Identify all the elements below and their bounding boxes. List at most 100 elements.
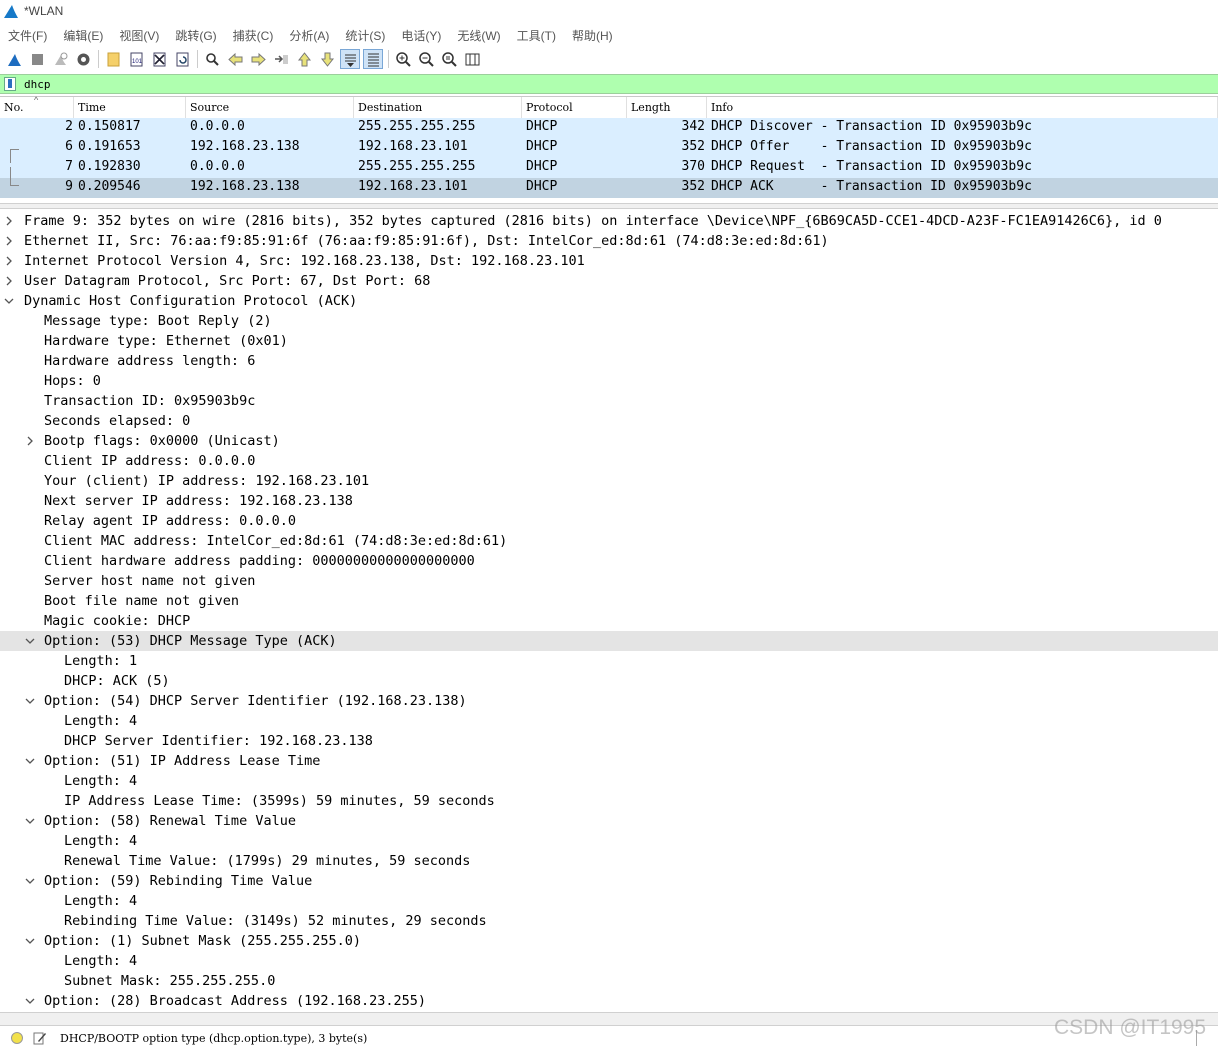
chevron-down-icon[interactable] bbox=[23, 931, 37, 953]
detail-tree-row[interactable]: DHCP Server Identifier: 192.168.23.138 bbox=[0, 731, 1218, 751]
detail-tree-row[interactable]: DHCP: ACK (5) bbox=[0, 671, 1218, 691]
detail-tree-row[interactable]: Client MAC address: IntelCor_ed:8d:61 (7… bbox=[0, 531, 1218, 551]
close-file-button[interactable] bbox=[149, 49, 169, 69]
detail-tree-row[interactable]: Frame 9: 352 bytes on wire (2816 bits), … bbox=[0, 211, 1218, 231]
menu-item-4[interactable]: 捕获(C) bbox=[225, 24, 282, 44]
find-packet-button[interactable] bbox=[202, 49, 222, 69]
save-file-button[interactable]: 101 bbox=[126, 49, 146, 69]
menu-item-5[interactable]: 分析(A) bbox=[281, 24, 337, 44]
colorize-button[interactable] bbox=[363, 49, 383, 69]
detail-tree-row[interactable]: Option: (1) Subnet Mask (255.255.255.0) bbox=[0, 931, 1218, 951]
start-capture-button[interactable] bbox=[4, 49, 24, 69]
pane-splitter[interactable] bbox=[0, 203, 1218, 209]
detail-tree-row[interactable]: Length: 4 bbox=[0, 711, 1218, 731]
capture-comment-icon[interactable] bbox=[33, 1031, 47, 1045]
column-header-info[interactable]: Info bbox=[707, 97, 1218, 118]
detail-tree-row[interactable]: Option: (53) DHCP Message Type (ACK) bbox=[0, 631, 1218, 651]
detail-tree-row[interactable]: Magic cookie: DHCP bbox=[0, 611, 1218, 631]
capture-options-button[interactable] bbox=[73, 49, 93, 69]
column-header-destination[interactable]: Destination bbox=[354, 97, 522, 118]
packet-row[interactable]: 9 0.209546 192.168.23.138 192.168.23.101 DHC… bbox=[0, 178, 1218, 198]
chevron-right-icon[interactable] bbox=[2, 271, 16, 293]
normal-size-button[interactable] bbox=[439, 49, 459, 69]
detail-tree-row[interactable]: Option: (54) DHCP Server Identifier (192… bbox=[0, 691, 1218, 711]
autoscroll-button[interactable] bbox=[340, 49, 360, 69]
detail-tree-row[interactable]: Length: 4 bbox=[0, 831, 1218, 851]
chevron-right-icon[interactable] bbox=[2, 211, 16, 233]
detail-tree-row[interactable]: Ethernet II, Src: 76:aa:f9:85:91:6f (76:… bbox=[0, 231, 1218, 251]
menu-item-10[interactable]: 帮助(H) bbox=[564, 24, 621, 44]
filter-bookmark-icon[interactable] bbox=[4, 77, 16, 91]
chevron-down-icon[interactable] bbox=[23, 871, 37, 893]
detail-tree-row[interactable]: Hops: 0 bbox=[0, 371, 1218, 391]
column-header-protocol[interactable]: Protocol bbox=[522, 97, 627, 118]
go-forward-button[interactable] bbox=[248, 49, 268, 69]
detail-tree-row[interactable]: Seconds elapsed: 0 bbox=[0, 411, 1218, 431]
detail-tree-row[interactable]: Subnet Mask: 255.255.255.0 bbox=[0, 971, 1218, 991]
chevron-down-icon[interactable] bbox=[23, 751, 37, 773]
detail-tree-row[interactable]: Boot file name not given bbox=[0, 591, 1218, 611]
resize-columns-button[interactable] bbox=[462, 49, 482, 69]
detail-tree-row[interactable]: Message type: Boot Reply (2) bbox=[0, 311, 1218, 331]
chevron-right-icon[interactable] bbox=[2, 251, 16, 273]
chevron-down-icon[interactable] bbox=[23, 991, 37, 1010]
detail-tree-row[interactable]: Length: 4 bbox=[0, 951, 1218, 971]
detail-tree-row[interactable]: Server host name not given bbox=[0, 571, 1218, 591]
menu-item-0[interactable]: 文件(F) bbox=[0, 24, 55, 44]
detail-tree-row[interactable]: Relay agent IP address: 0.0.0.0 bbox=[0, 511, 1218, 531]
detail-tree-row[interactable]: Option: (51) IP Address Lease Time bbox=[0, 751, 1218, 771]
detail-tree-row[interactable]: Length: 4 bbox=[0, 771, 1218, 791]
zoom-out-button[interactable] bbox=[416, 49, 436, 69]
chevron-down-icon[interactable] bbox=[23, 631, 37, 653]
column-header-source[interactable]: Source bbox=[186, 97, 354, 118]
go-to-packet-button[interactable] bbox=[271, 49, 291, 69]
menu-item-2[interactable]: 视图(V) bbox=[111, 24, 167, 44]
menu-item-8[interactable]: 无线(W) bbox=[449, 24, 508, 44]
detail-tree-row[interactable]: IP Address Lease Time: (3599s) 59 minute… bbox=[0, 791, 1218, 811]
detail-tree-row[interactable]: Bootp flags: 0x0000 (Unicast) bbox=[0, 431, 1218, 451]
detail-tree-row[interactable]: Next server IP address: 192.168.23.138 bbox=[0, 491, 1218, 511]
packet-row[interactable]: 2 0.150817 0.0.0.0 255.255.255.255 DHCP 342 DH… bbox=[0, 118, 1218, 138]
zoom-in-button[interactable] bbox=[393, 49, 413, 69]
first-packet-button[interactable] bbox=[294, 49, 314, 69]
stop-capture-button[interactable] bbox=[27, 49, 47, 69]
detail-tree-row[interactable]: Hardware type: Ethernet (0x01) bbox=[0, 331, 1218, 351]
detail-tree-row[interactable]: Option: (59) Rebinding Time Value bbox=[0, 871, 1218, 891]
column-header-no[interactable]: No. bbox=[0, 97, 74, 118]
chevron-right-icon[interactable] bbox=[2, 231, 16, 253]
column-header-time[interactable]: Time bbox=[74, 97, 186, 118]
detail-tree-row[interactable]: Dynamic Host Configuration Protocol (ACK… bbox=[0, 291, 1218, 311]
open-file-button[interactable] bbox=[103, 49, 123, 69]
detail-tree-row[interactable]: Renewal Time Value: (1799s) 29 minutes, … bbox=[0, 851, 1218, 871]
menu-item-6[interactable]: 统计(S) bbox=[337, 24, 393, 44]
detail-tree-row[interactable]: Internet Protocol Version 4, Src: 192.16… bbox=[0, 251, 1218, 271]
detail-tree-row[interactable]: Length: 1 bbox=[0, 651, 1218, 671]
detail-tree-row[interactable]: Your (client) IP address: 192.168.23.101 bbox=[0, 471, 1218, 491]
detail-tree-row[interactable]: Option: (28) Broadcast Address (192.168.… bbox=[0, 991, 1218, 1010]
detail-tree-row[interactable]: Length: 4 bbox=[0, 891, 1218, 911]
display-filter-input[interactable] bbox=[22, 76, 1206, 92]
menu-item-9[interactable]: 工具(T) bbox=[509, 24, 564, 44]
detail-tree-row[interactable]: Hardware address length: 6 bbox=[0, 351, 1218, 371]
packet-row[interactable]: 6 0.191653 192.168.23.138 192.168.23.101 DHC… bbox=[0, 138, 1218, 158]
detail-tree-row[interactable]: Transaction ID: 0x95903b9c bbox=[0, 391, 1218, 411]
chevron-down-icon[interactable] bbox=[23, 691, 37, 713]
chevron-right-icon[interactable] bbox=[23, 431, 37, 453]
horizontal-scrollbar[interactable] bbox=[0, 1012, 1218, 1026]
go-back-button[interactable] bbox=[225, 49, 245, 69]
chevron-down-icon[interactable] bbox=[2, 291, 16, 313]
detail-tree-row[interactable]: Client IP address: 0.0.0.0 bbox=[0, 451, 1218, 471]
menu-item-7[interactable]: 电话(Y) bbox=[393, 24, 449, 44]
restart-capture-button[interactable] bbox=[50, 49, 70, 69]
column-header-length[interactable]: Length bbox=[627, 97, 707, 118]
detail-tree-row[interactable]: User Datagram Protocol, Src Port: 67, Ds… bbox=[0, 271, 1218, 291]
detail-tree-row[interactable]: Rebinding Time Value: (3149s) 52 minutes… bbox=[0, 911, 1218, 931]
reload-file-button[interactable] bbox=[172, 49, 192, 69]
chevron-down-icon[interactable] bbox=[23, 811, 37, 833]
menu-item-1[interactable]: 编辑(E) bbox=[55, 24, 111, 44]
packet-row[interactable]: 7 0.192830 0.0.0.0 255.255.255.255 DHCP 370 DH… bbox=[0, 158, 1218, 178]
expert-info-icon[interactable] bbox=[11, 1032, 23, 1044]
menu-item-3[interactable]: 跳转(G) bbox=[167, 24, 224, 44]
detail-tree-row[interactable]: Option: (58) Renewal Time Value bbox=[0, 811, 1218, 831]
last-packet-button[interactable] bbox=[317, 49, 337, 69]
